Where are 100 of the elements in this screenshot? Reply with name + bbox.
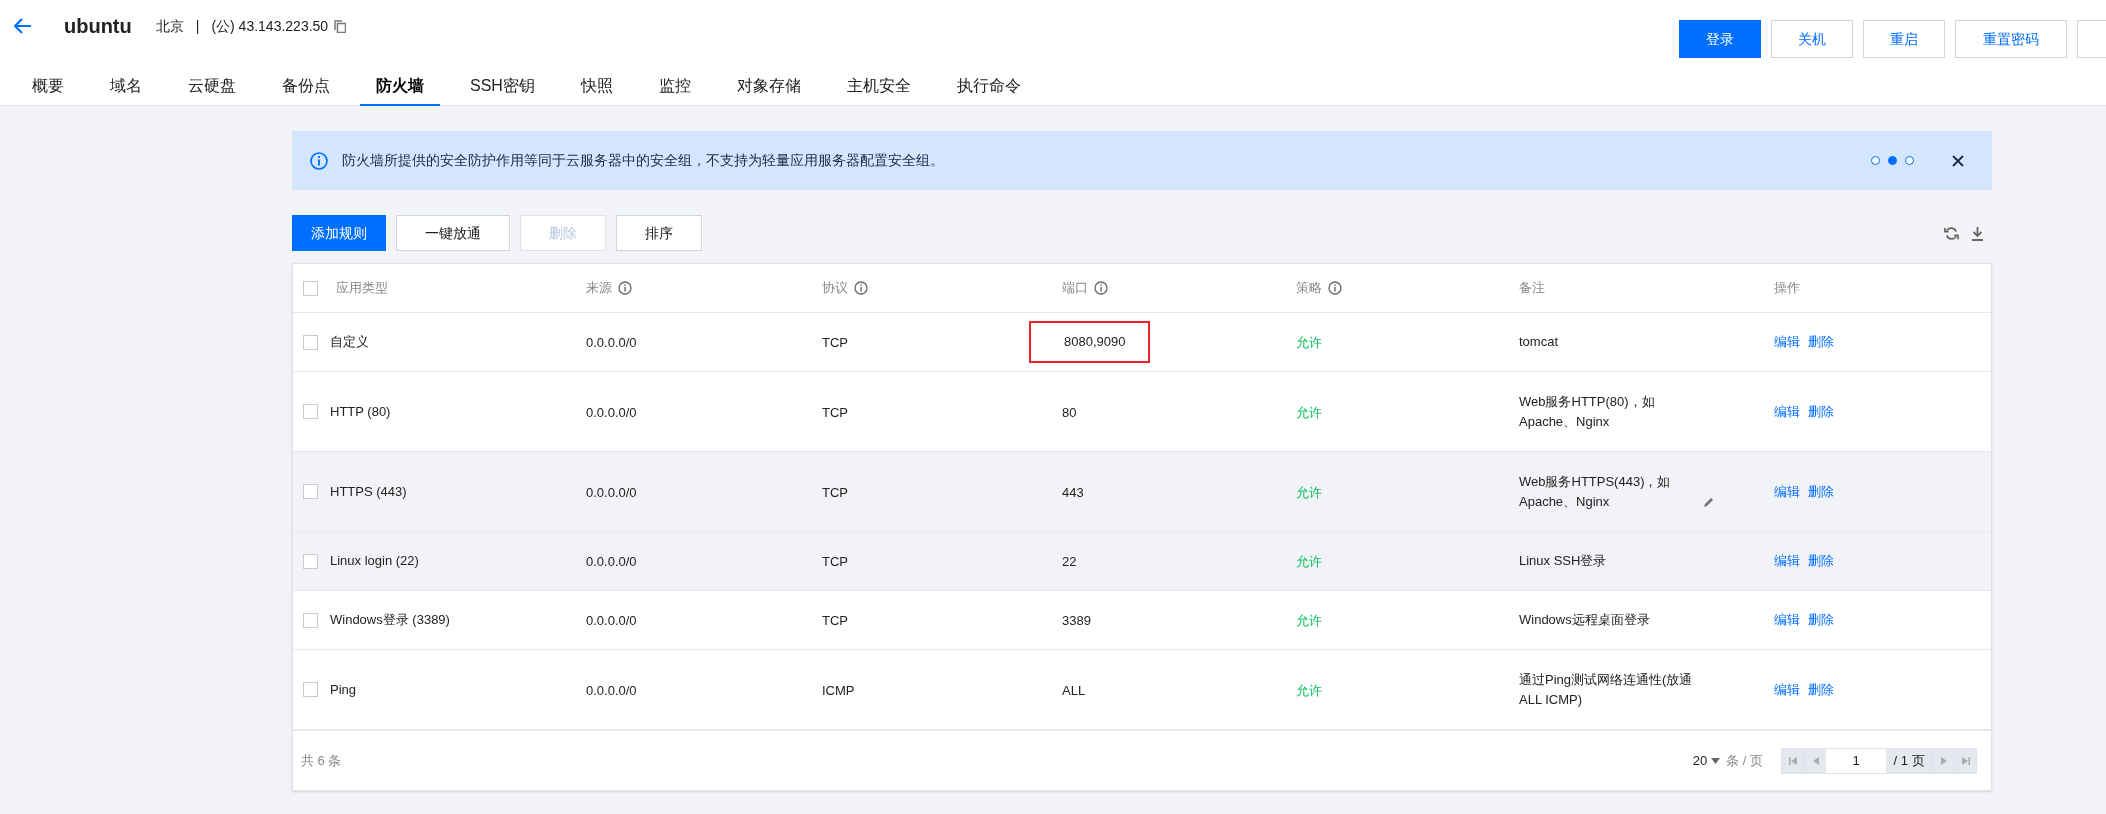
table-cell: 0.0.0.0/0 [586,335,637,350]
info-icon[interactable] [1328,281,1342,295]
action-link[interactable]: 删除 [1808,332,1834,352]
table-cell: 0.0.0.0/0 [586,484,637,500]
policy-text: 允许 [1296,404,1322,420]
policy-text: 允许 [1296,554,1322,569]
back-arrow-icon[interactable] [14,18,32,34]
table-cell: 3389 [1062,613,1091,628]
table-cell: 0.0.0.0/0 [586,682,637,698]
info-icon[interactable] [1094,281,1108,295]
tab[interactable]: 监控 [642,67,707,106]
total-count: 共 6 条 [301,751,343,770]
toolbar-button[interactable]: 添加规则 [292,215,386,251]
header-button[interactable]: 关机 [1771,20,1853,58]
checkbox[interactable] [303,682,318,697]
table-cell: TCP [822,404,848,420]
action-link[interactable]: 删除 [1808,679,1834,700]
column-header: 协议 [822,279,848,298]
pencil-icon[interactable] [1703,495,1715,508]
table-cell: 0.0.0.0/0 [586,404,637,420]
table-cell: 443 [1062,484,1084,500]
close-icon[interactable] [1952,154,1964,167]
column-header: 来源 [586,279,612,298]
column-header: 应用类型 [336,279,388,298]
info-icon [310,151,328,170]
toolbar-button[interactable]: 一键放通 [396,215,510,251]
policy-text: 允许 [1296,335,1322,350]
tab[interactable]: 对象存储 [720,67,817,106]
tab[interactable]: 备份点 [266,67,346,106]
policy-text: 允许 [1296,484,1322,500]
table-cell: 8080,9090 [1029,321,1151,363]
action-link[interactable]: 编辑 [1774,332,1800,352]
info-icon[interactable] [618,281,632,295]
action-link[interactable]: 删除 [1808,481,1834,502]
table-cell-text: Ping [330,680,357,699]
info-icon[interactable] [854,281,868,295]
note-text: Linux SSH登录 [1519,552,1607,570]
toolbar-button[interactable]: 排序 [616,215,702,251]
action-link[interactable]: 编辑 [1774,610,1800,630]
table-cell: 22 [1062,554,1077,569]
caret-icon [1711,757,1721,764]
checkbox[interactable] [303,334,318,350]
action-link[interactable]: 编辑 [1774,679,1800,700]
action-link[interactable]: 编辑 [1774,551,1800,571]
action-link[interactable]: 编辑 [1774,481,1800,502]
notice-text: 防火墙所提供的安全防护作用等同于云服务器中的安全组，不支持为轻量应用服务器配置安全组。 [342,151,945,170]
note-text: Web服务HTTP(80)，如Apache、Nginx [1519,392,1656,431]
action-link[interactable]: 删除 [1808,610,1834,630]
table-cell-text: 自定义 [330,333,369,352]
column-header: 端口 [1062,279,1088,298]
table-cell-text: Linux login (22) [330,552,419,571]
tab[interactable]: 执行命令 [940,67,1037,106]
table-cell-text: HTTPS (443) [330,482,407,501]
table-cell: TCP [822,335,848,350]
action-link[interactable]: 删除 [1808,401,1834,422]
header-button[interactable]: 重置密码 [1955,20,2067,58]
table-cell: ICMP [822,682,855,698]
tab[interactable]: 云硬盘 [172,67,252,106]
region-label: 北京 [155,16,184,36]
tab[interactable]: SSH密钥 [454,67,551,106]
checkbox[interactable] [303,280,318,296]
header-button[interactable]: 重启 [1863,20,1945,58]
checkbox[interactable] [303,404,318,419]
tab[interactable]: 概要 [16,67,80,106]
action-link[interactable]: 删除 [1808,551,1834,571]
checkbox[interactable] [303,484,318,499]
table-cell: TCP [822,554,848,569]
policy-text: 允许 [1296,613,1322,628]
column-header: 操作 [1774,279,1800,298]
ip-address: (公) 43.143.223.50 [211,16,329,36]
note-text: 通过Ping测试网络连通性(放通ALL ICMP) [1519,670,1694,709]
table-cell: 0.0.0.0/0 [586,613,637,628]
tab[interactable]: 主机安全 [830,67,927,106]
header-button[interactable]: 登录 [1679,20,1761,58]
download-icon[interactable] [1971,225,1984,241]
refresh-icon[interactable] [1944,225,1959,241]
per-page-label: 条 / 页 [1726,751,1763,770]
page-size-select[interactable]: 20 [1692,750,1721,771]
note-text: tomcat [1519,333,1558,351]
separator: | [195,16,200,36]
note-text: Web服务HTTPS(443)，如Apache、Nginx [1519,472,1672,511]
table-cell-text: Windows登录 (3389) [330,611,450,630]
checkbox[interactable] [303,612,318,628]
column-header: 备注 [1519,279,1545,298]
table-cell: TCP [822,484,848,500]
tab[interactable]: 域名 [94,67,158,106]
tab[interactable]: 防火墙 [360,67,440,106]
table-cell-text: HTTP (80) [330,402,391,421]
action-link[interactable]: 编辑 [1774,401,1800,422]
table-cell: 80 [1062,404,1077,420]
table-cell: TCP [822,613,848,628]
instance-name: ubuntu [64,14,132,39]
checkbox[interactable] [303,553,318,569]
table-cell: 0.0.0.0/0 [586,554,637,569]
column-header: 策略 [1296,279,1322,298]
table-cell: ALL [1062,682,1086,698]
tab[interactable]: 快照 [564,67,629,106]
policy-text: 允许 [1296,682,1322,698]
copy-icon[interactable] [334,19,347,33]
note-text: Windows远程桌面登录 [1519,611,1650,629]
